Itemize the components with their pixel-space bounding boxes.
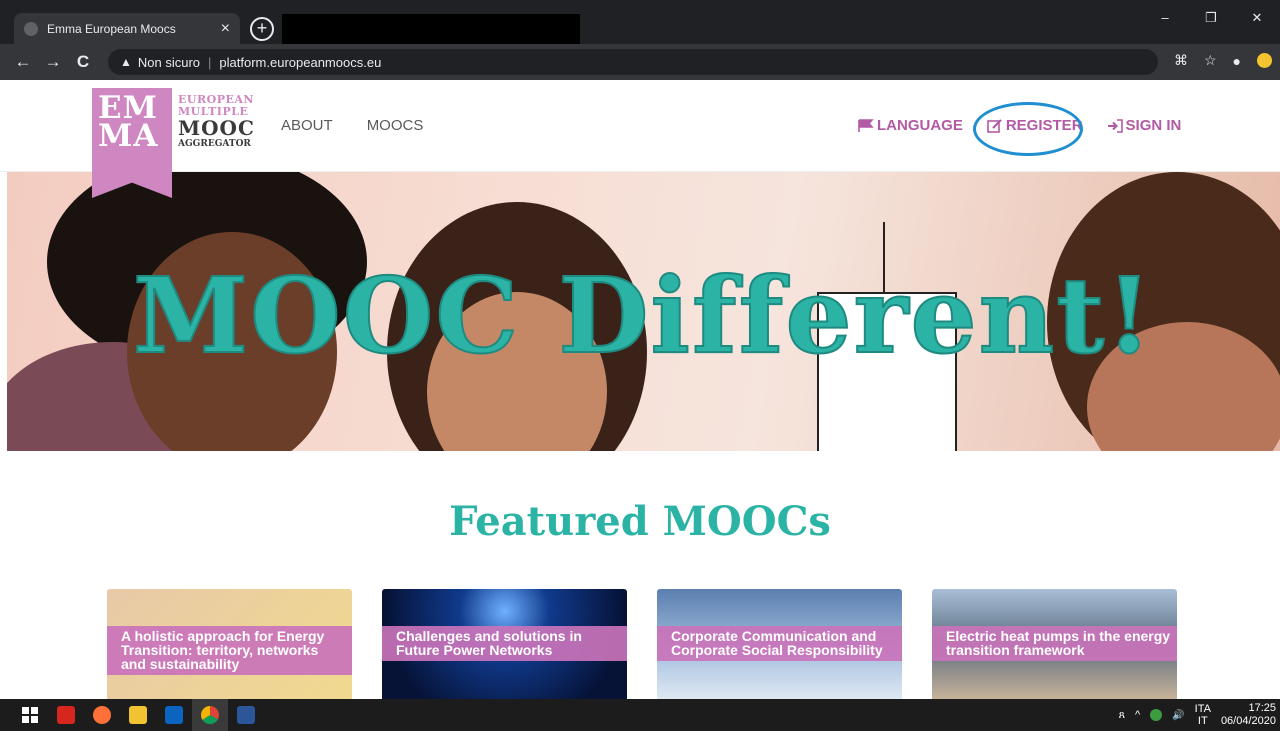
nav-moocs-link[interactable]: MOOCS xyxy=(367,117,424,134)
register-label: REGISTER xyxy=(1005,117,1083,134)
network-icon[interactable] xyxy=(1150,709,1163,721)
start-button[interactable] xyxy=(12,699,48,731)
acrobat-taskbar-icon[interactable] xyxy=(48,699,84,731)
language-code: ITA xyxy=(1194,703,1211,715)
clock-date: 06/04/2020 xyxy=(1220,715,1276,727)
security-status: Non sicuro xyxy=(137,54,201,70)
volume-icon[interactable]: 🔊 xyxy=(1172,710,1184,721)
mooc-card-title: A holistic approach for Energy Transitio… xyxy=(107,626,352,675)
sign-in-icon xyxy=(1107,118,1123,133)
nav-register-link[interactable]: REGISTER xyxy=(987,117,1083,134)
logo-mooc: MOOC xyxy=(178,116,255,140)
extension-icon[interactable] xyxy=(1257,53,1272,68)
nav-signin-link[interactable]: SIGN IN xyxy=(1107,117,1182,134)
new-tab-button[interactable]: + xyxy=(250,17,274,41)
redacted-block xyxy=(282,14,526,44)
layout-code: IT xyxy=(1197,715,1208,727)
emma-logo-banner[interactable]: EM MA xyxy=(92,88,172,198)
language-label: LANGUAGE xyxy=(877,117,963,134)
logo-aggregator: AGGREGATOR xyxy=(178,139,251,149)
close-window-button[interactable]: ✕ xyxy=(1234,10,1280,26)
bookmark-star-icon[interactable]: ☆ xyxy=(1204,52,1217,69)
mooc-card-title: Electric heat pumps in the energy transi… xyxy=(932,626,1177,661)
tray-chevron-icon[interactable]: ^ xyxy=(1135,709,1140,721)
file-explorer-taskbar-icon[interactable] xyxy=(120,699,156,731)
chrome-taskbar-icon[interactable] xyxy=(192,699,228,731)
logo-wordmark[interactable]: EUROPEAN MULTIPLE MOOC AGGREGATOR xyxy=(178,94,255,150)
firefox-taskbar-icon[interactable] xyxy=(84,699,120,731)
tab-title: Emma European Moocs xyxy=(47,21,176,36)
url-text: platform.europeanmoocs.eu xyxy=(219,54,382,70)
mooc-card[interactable]: A holistic approach for Energy Transitio… xyxy=(107,589,352,699)
address-bar[interactable]: ▲ Non sicuro | platform.europeanmoocs.eu xyxy=(108,49,1158,75)
omnibox-separator: | xyxy=(208,54,212,70)
input-language[interactable]: ITA IT xyxy=(1195,703,1211,727)
edit-icon xyxy=(987,118,1002,133)
reload-icon[interactable]: C xyxy=(68,52,98,72)
tab-close-icon[interactable]: × xyxy=(221,20,230,38)
hero-title: MOOC Different! xyxy=(132,253,1154,378)
hero-banner: MOOC Different! xyxy=(7,172,1280,451)
word-taskbar-icon[interactable] xyxy=(228,699,264,731)
toolbar-actions: ⌘ ☆ ● xyxy=(1174,52,1272,69)
address-toolbar: ← → C ▲ Non sicuro | platform.europeanmo… xyxy=(0,44,1280,80)
translate-icon[interactable]: ⌘ xyxy=(1174,52,1188,69)
user-nav: LANGUAGE REGISTER SIGN IN xyxy=(858,117,1181,134)
mooc-card-title: Corporate Communication and Corporate So… xyxy=(657,626,902,661)
mooc-card[interactable]: Challenges and solutions in Future Power… xyxy=(382,589,627,699)
signin-label: SIGN IN xyxy=(1125,117,1182,134)
mooc-card[interactable]: Electric heat pumps in the energy transi… xyxy=(932,589,1177,699)
featured-cards: A holistic approach for Energy Transitio… xyxy=(107,589,1177,699)
flag-icon xyxy=(858,118,874,132)
system-tray: ጸ ^ 🔊 ITA IT 17:25 06/04/2020 xyxy=(1119,699,1280,731)
window-controls: – ❐ ✕ xyxy=(1142,10,1280,26)
browser-tab[interactable]: Emma European Moocs × xyxy=(14,13,240,44)
forward-icon[interactable]: → xyxy=(38,52,68,72)
nav-about-link[interactable]: ABOUT xyxy=(281,117,333,134)
clock-time: 17:25 xyxy=(1248,702,1276,714)
mooc-card-title: Challenges and solutions in Future Power… xyxy=(382,626,627,661)
main-nav: ABOUT MOOCS xyxy=(281,117,423,134)
featured-moocs-heading: Featured MOOCs xyxy=(449,498,831,545)
warning-icon[interactable]: ▲ xyxy=(120,55,132,69)
site-favicon-icon xyxy=(24,21,38,36)
mooc-card[interactable]: Corporate Communication and Corporate So… xyxy=(657,589,902,699)
profile-icon[interactable]: ● xyxy=(1233,53,1241,69)
system-clock[interactable]: 17:25 06/04/2020 xyxy=(1221,702,1276,728)
nav-language-link[interactable]: LANGUAGE xyxy=(858,117,963,134)
logo-ma: MA xyxy=(98,118,159,154)
minimize-button[interactable]: – xyxy=(1142,10,1188,26)
outlook-taskbar-icon[interactable] xyxy=(156,699,192,731)
windows-taskbar: ጸ ^ 🔊 ITA IT 17:25 06/04/2020 xyxy=(0,699,1280,731)
restore-button[interactable]: ❐ xyxy=(1188,10,1234,26)
browser-tab-strip: Emma European Moocs × + – ❐ ✕ xyxy=(0,0,1280,58)
site-header: EUROPEAN MULTIPLE MOOC AGGREGATOR ABOUT … xyxy=(0,80,1280,172)
windows-start-icon xyxy=(22,707,38,723)
people-icon[interactable]: ጸ xyxy=(1119,709,1125,722)
back-icon[interactable]: ← xyxy=(8,52,38,72)
